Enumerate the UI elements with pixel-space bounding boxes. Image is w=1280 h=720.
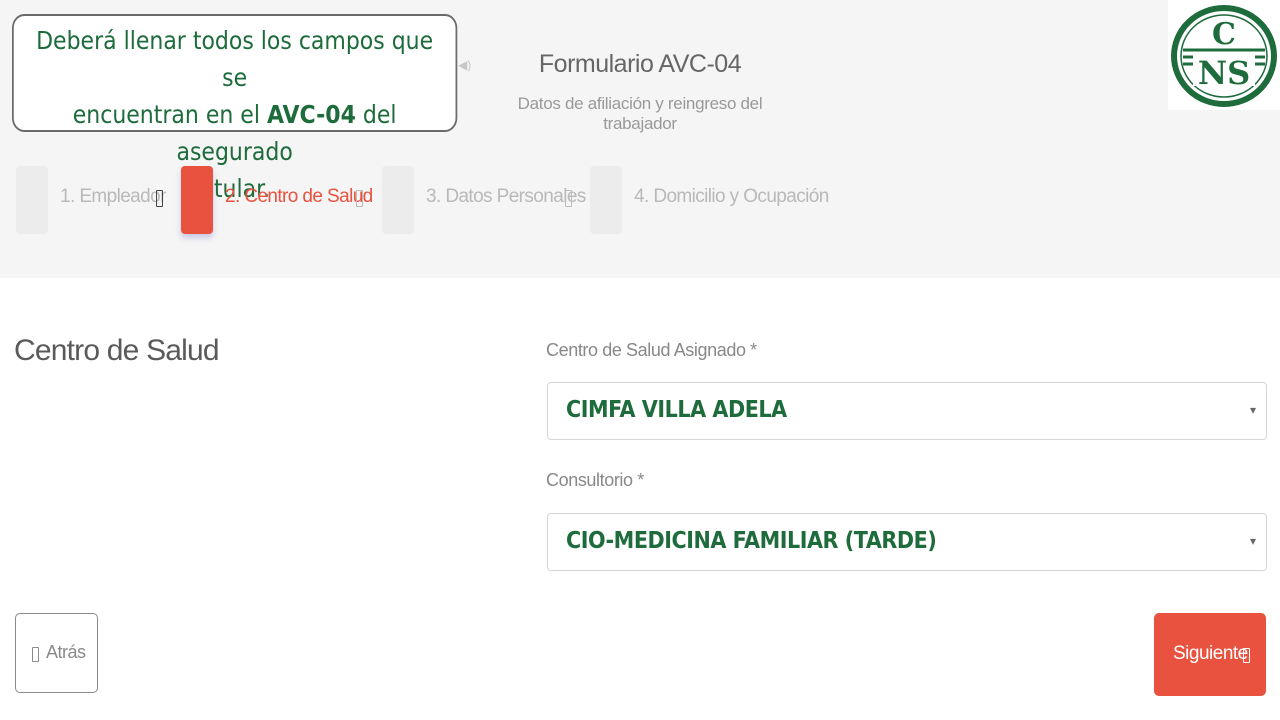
chevron-down-icon: ▾ xyxy=(1249,534,1256,548)
chevron-down-icon: ▾ xyxy=(1249,403,1256,417)
health-center-select[interactable]: CIMFA VILLA ADELA ▾ xyxy=(547,382,1267,440)
step-4-tile[interactable] xyxy=(590,166,622,234)
health-center-value: CIMFA VILLA ADELA xyxy=(566,397,787,423)
back-button[interactable]: Atrás xyxy=(15,613,98,693)
step-3-tile[interactable] xyxy=(382,166,414,234)
step-1-label[interactable]: 1. Empleador xyxy=(60,186,166,208)
callout-line-1: Deberá llenar todos los campos que se xyxy=(36,26,434,92)
logo-letters-ns: NS xyxy=(1198,54,1250,92)
step-1-tile[interactable] xyxy=(16,166,48,234)
page-title: Formulario AVC-04 xyxy=(538,50,742,78)
speaker-icon: ◀) xyxy=(458,58,472,72)
instruction-callout: Deberá llenar todos los campos que se en… xyxy=(12,14,458,203)
health-center-label: Centro de Salud Asignado * xyxy=(546,340,757,360)
section-title: Centro de Salud xyxy=(14,334,220,367)
chevron-right-icon xyxy=(156,190,163,207)
next-button-label: Siguiente xyxy=(1173,643,1248,664)
step-3-label[interactable]: 3. Datos Personales xyxy=(426,186,586,208)
chevron-right-icon xyxy=(565,190,572,207)
step-2-label[interactable]: 2. Centro de Salud xyxy=(225,186,373,208)
arrow-left-icon xyxy=(32,647,39,662)
back-button-label: Atrás xyxy=(46,642,86,662)
page-subtitle: Datos de afiliación y reingreso del trab… xyxy=(517,94,763,133)
callout-form-code: AVC-04 xyxy=(266,100,356,129)
step-2-tile[interactable] xyxy=(181,166,213,234)
cns-logo: C NS xyxy=(1171,5,1277,107)
callout-line-2-pre: encuentran en el xyxy=(72,100,267,129)
chevron-right-icon xyxy=(356,190,363,207)
consultorio-select[interactable]: CIO-MEDICINA FAMILIAR (TARDE) ▾ xyxy=(547,513,1267,571)
logo-letter-c: C xyxy=(1212,17,1236,52)
next-button[interactable]: Siguiente xyxy=(1154,613,1266,696)
step-4-label[interactable]: 4. Domicilio y Ocupación xyxy=(634,186,829,208)
consultorio-value: CIO-MEDICINA FAMILIAR (TARDE) xyxy=(566,528,937,554)
consultorio-label: Consultorio * xyxy=(546,470,644,490)
arrow-right-icon xyxy=(1243,648,1250,663)
